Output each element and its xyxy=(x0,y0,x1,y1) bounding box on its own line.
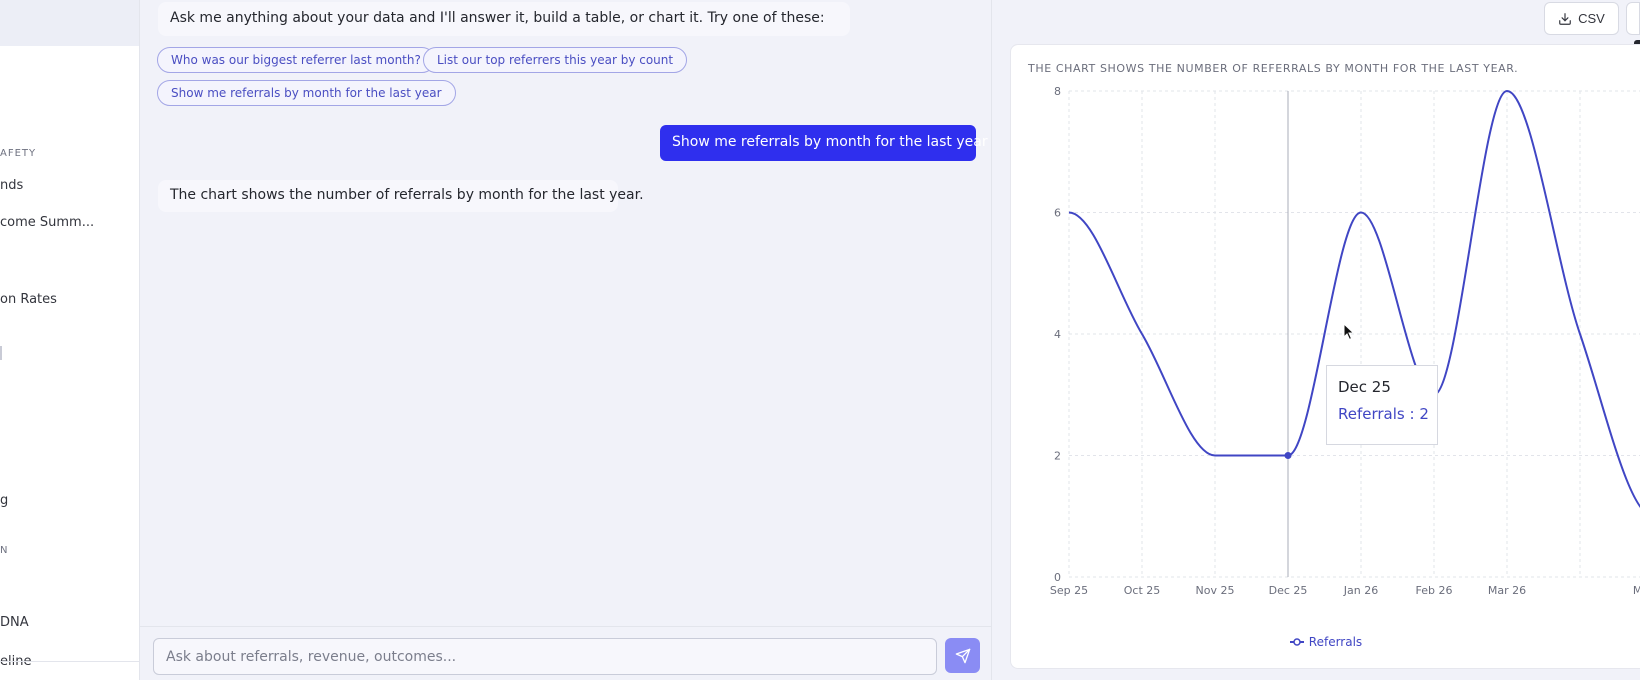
assistant-message: The chart shows the number of referrals … xyxy=(158,180,644,212)
legend-label-referrals: Referrals xyxy=(1308,635,1363,649)
chat-panel: Ask me anything about your data and I'll… xyxy=(140,0,992,680)
x-tick-label-4: Jan 26 xyxy=(1343,584,1378,597)
toolbar-button-partial[interactable] xyxy=(1626,2,1640,35)
send-icon xyxy=(955,648,970,663)
chart-panel: CSV THE CHART SHOWS THE NUMBER OF REFERR… xyxy=(993,0,1640,680)
x-tick-label-2: Nov 25 xyxy=(1196,584,1235,597)
sidebar-item-trends[interactable]: nds xyxy=(0,178,23,193)
send-button[interactable] xyxy=(945,638,980,673)
suggestion-chip-biggest-referrer[interactable]: Who was our biggest referrer last month? xyxy=(157,47,435,73)
series-line-referrals xyxy=(1068,89,1640,508)
tooltip-date: Dec 25 xyxy=(1338,378,1391,396)
chart-card: THE CHART SHOWS THE NUMBER OF REFERRALS … xyxy=(1010,44,1640,669)
sidebar-item-outcome-summary[interactable]: come Summ... xyxy=(0,215,94,230)
x-tick-label-5: Feb 26 xyxy=(1416,584,1453,597)
x-tick-label-6: Mar 26 xyxy=(1488,584,1526,597)
chart-tooltip: Dec 25 Referrals : 2 xyxy=(1326,365,1438,445)
chart-legend[interactable]: Referrals xyxy=(1011,635,1640,649)
tooltip-value: Referrals : 2 xyxy=(1338,405,1429,423)
assistant-intro-message: Ask me anything about your data and I'll… xyxy=(158,2,850,36)
legend-line-marker-icon xyxy=(1289,638,1304,646)
x-tick-label-3: Dec 25 xyxy=(1269,584,1308,597)
suggestion-chip-top-referrers[interactable]: List our top referrers this year by coun… xyxy=(423,47,688,73)
sidebar: AFETY nds come Summ... on Rates g N DNA … xyxy=(0,0,140,680)
line-chart: 0 2 4 6 8 Sep 25 Oct 25 Nov 25 Dec 25 Jan 26 Feb 2… xyxy=(1050,85,1640,597)
composer-divider xyxy=(140,626,992,627)
download-icon xyxy=(1559,12,1571,25)
mouse-cursor-icon xyxy=(1343,323,1355,341)
csv-download-button[interactable]: CSV xyxy=(1544,2,1619,35)
sidebar-section-partial: N xyxy=(0,545,9,556)
sidebar-item-rates[interactable]: on Rates xyxy=(0,292,57,307)
x-tick-label-1: Oct 25 xyxy=(1124,584,1161,597)
y-tick-label-4: 4 xyxy=(1054,328,1061,341)
active-data-point[interactable] xyxy=(1284,452,1292,459)
sidebar-divider xyxy=(0,661,139,662)
sidebar-section-safety: AFETY xyxy=(0,148,37,159)
sidebar-item-dna[interactable]: DNA xyxy=(0,615,29,630)
y-tick-label-6: 6 xyxy=(1054,207,1061,220)
suggestion-chip-referrals-by-month[interactable]: Show me referrals by month for the last … xyxy=(157,80,456,106)
sidebar-active-item[interactable] xyxy=(0,0,139,46)
y-tick-label-8: 8 xyxy=(1054,85,1061,98)
csv-label: CSV xyxy=(1578,11,1605,26)
x-tick-label-0: Sep 25 xyxy=(1050,584,1088,597)
sidebar-item-partial[interactable]: g xyxy=(0,493,8,508)
chat-input[interactable] xyxy=(153,638,937,675)
x-tick-label-7: May 26 xyxy=(1633,584,1640,597)
y-tick-label-2: 2 xyxy=(1054,450,1061,463)
sidebar-scroll-marker xyxy=(0,346,2,360)
y-tick-label-0: 0 xyxy=(1054,571,1061,584)
user-message: Show me referrals by month for the last … xyxy=(660,125,988,161)
